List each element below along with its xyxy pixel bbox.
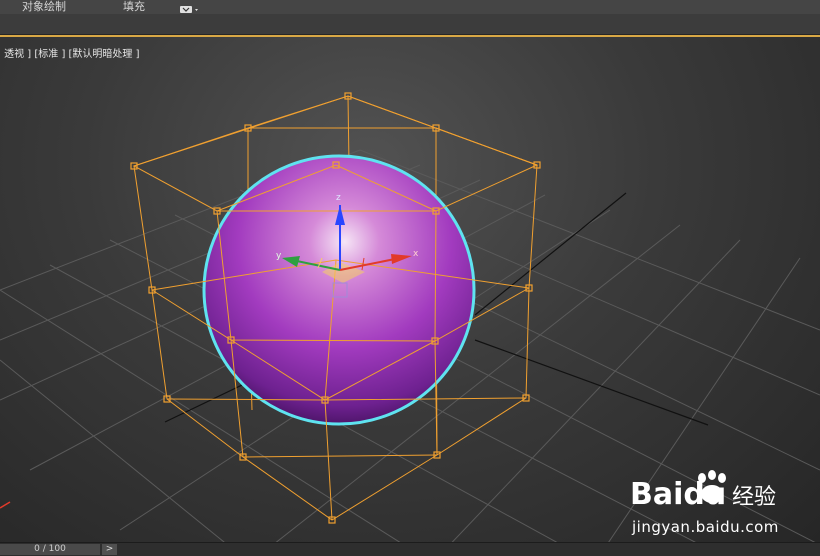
z-axis-label: z [336,193,341,203]
tab-fill[interactable]: 填充 [123,0,145,14]
world-axis-icon [0,501,11,509]
dropdown-toggle[interactable] [180,0,200,13]
tab-object-paint[interactable]: 对象绘制 [22,0,66,14]
x-axis-label: x [413,249,419,259]
ribbon-panel [0,14,820,35]
top-ribbon: 对象绘制 填充 [0,0,820,14]
time-slider-bar[interactable]: 0 / 100 > [0,542,820,556]
next-frame-button[interactable]: > [102,544,117,555]
watermark-url: jingyan.baidu.com [632,518,779,536]
time-slider[interactable]: 0 / 100 [0,544,100,555]
y-axis-label: y [276,251,282,261]
watermark-sub: 经验 [732,485,776,510]
